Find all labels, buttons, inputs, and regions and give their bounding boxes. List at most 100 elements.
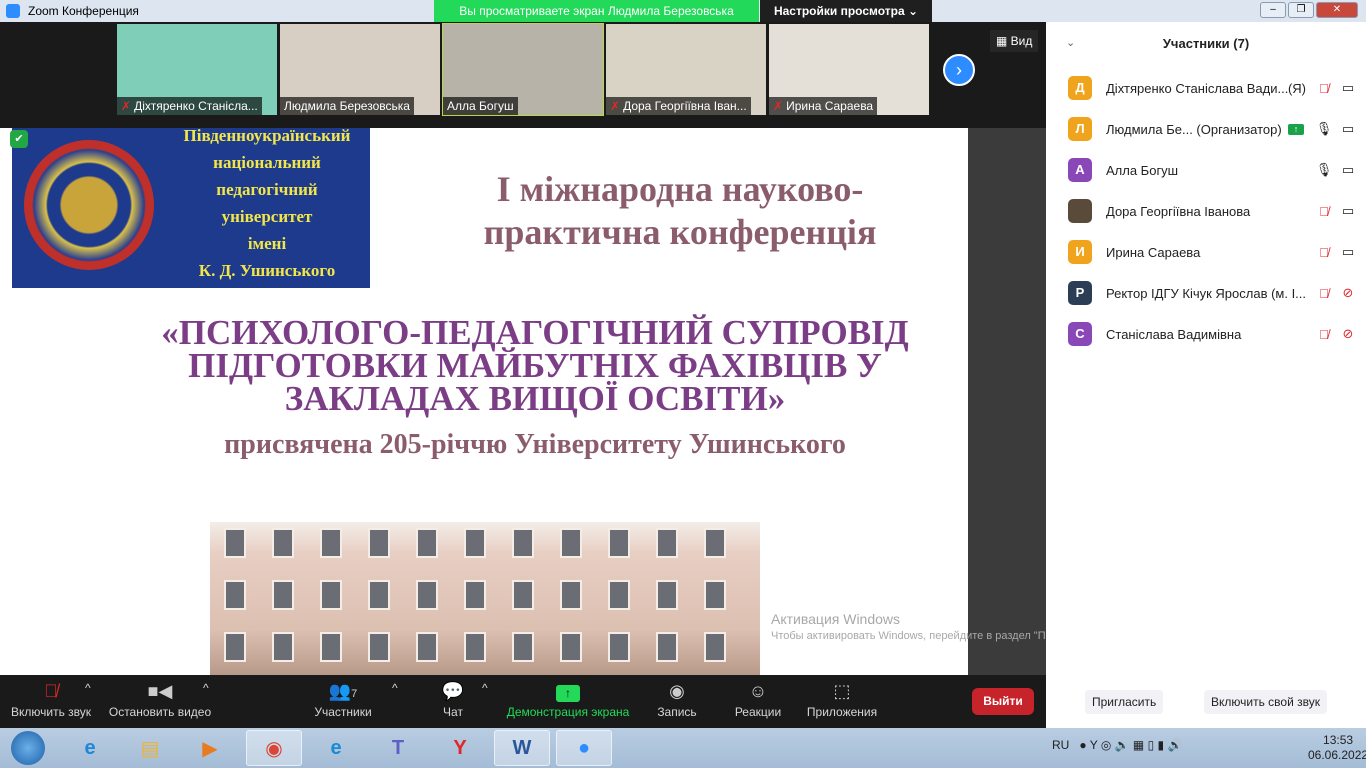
building-window: [560, 580, 582, 610]
view-label: Вид: [1010, 34, 1033, 48]
building-window: [608, 580, 630, 610]
record-icon: ◉: [669, 681, 685, 701]
self-tag: (Я): [1287, 80, 1306, 96]
stop-video-button[interactable]: ■◀ Остановить видео: [108, 681, 212, 719]
mic-muted-icon: 🎙̸: [1319, 326, 1329, 342]
building-window: [656, 632, 678, 662]
close-button[interactable]: ✕: [1316, 2, 1358, 18]
video-tile-label: ✗ Ирина Сараева: [769, 97, 878, 115]
share-screen-button[interactable]: ↑ Демонстрация экрана: [504, 681, 632, 719]
participants-button[interactable]: 👥7 Участники: [310, 681, 376, 719]
windows-taskbar: e ▤ ▶ ◉ e T Y W ● RU ● Y ◎ 🔈 ▦ ▯ ▮ 🔊 13:…: [0, 728, 1366, 768]
avatar: А: [1068, 158, 1092, 182]
participant-row[interactable]: Д Діхтяренко Станіслава Вади... (Я) 🎙̸ ▭: [1068, 76, 1358, 100]
chat-button[interactable]: 💬 Чат: [436, 681, 470, 719]
video-tile-label: ✗ Діхтяренко Станісла...: [117, 97, 262, 115]
mic-icon: 🎙: [1315, 162, 1333, 177]
video-tile[interactable]: ✗ Ирина Сараева: [769, 24, 929, 115]
building-window: [704, 528, 726, 558]
view-options-button[interactable]: Настройки просмотра ⌄: [760, 0, 932, 22]
participant-row[interactable]: Л Людмила Бе... (Организатор) ↑ 🎙 ▭: [1068, 117, 1358, 141]
unmute-me-button[interactable]: Включить свой звук: [1204, 690, 1327, 714]
word-icon[interactable]: W: [494, 730, 550, 766]
participant-name: Людмила Бе... (Организатор): [1106, 121, 1282, 137]
participant-row[interactable]: И Ирина Сараева 🎙̸ ▭: [1068, 240, 1358, 264]
unmute-button[interactable]: 🎙̸ Включить звук: [8, 681, 94, 719]
video-tile[interactable]: Алла Богуш: [442, 23, 604, 116]
next-page-button[interactable]: ›: [943, 54, 975, 86]
participant-name: Ирина Сараева: [786, 99, 874, 113]
leave-button[interactable]: Выйти: [972, 688, 1034, 715]
reactions-icon: ☺: [748, 681, 768, 701]
building-window: [416, 528, 438, 558]
view-button[interactable]: ▦ Вид: [990, 30, 1039, 52]
participant-name: Алла Богуш: [1106, 162, 1179, 178]
participants-label: Участники: [314, 705, 372, 719]
video-tile[interactable]: ✗ Дора Георгіївна Іван...: [606, 24, 766, 115]
participants-panel: ⌄ Участники (7) Пригласить Включить свой…: [1046, 22, 1366, 728]
teams-icon[interactable]: T: [370, 730, 426, 766]
building-window: [416, 580, 438, 610]
sharing-banner: Вы просматриваете экран Людмила Березовс…: [434, 0, 759, 22]
logo-text-line: університет: [221, 207, 313, 226]
building-window: [368, 580, 390, 610]
record-button[interactable]: ◉ Запись: [654, 681, 700, 719]
maximize-button[interactable]: ❐: [1288, 2, 1314, 18]
video-tile[interactable]: ✗ Діхтяренко Станісла...: [117, 24, 277, 115]
slide-conference-name: «ПСИХОЛОГО-ПЕДАГОГІЧНИЙ СУПРОВІД ПІДГОТО…: [161, 313, 909, 418]
minimize-button[interactable]: –: [1260, 2, 1286, 18]
edge-icon[interactable]: e: [308, 730, 364, 766]
participant-name: Алла Богуш: [447, 99, 514, 113]
clock-date: 06.06.2022: [1308, 748, 1366, 762]
building-window: [320, 580, 342, 610]
participants-icon: 👥: [328, 681, 352, 701]
building-window: [320, 528, 342, 558]
stop-video-label: Остановить видео: [108, 705, 212, 719]
audio-options-caret[interactable]: ^: [85, 681, 91, 695]
logo-text-line: імені: [247, 234, 287, 253]
chat-caret[interactable]: ^: [482, 681, 488, 695]
video-tile-label: Людмила Березовська: [280, 97, 414, 115]
mic-muted-icon: 🎙̸: [44, 681, 58, 701]
logo-text-line: К. Д. Ушинського: [198, 261, 336, 280]
zoom-logo-icon: [6, 4, 20, 18]
yandex-browser-icon[interactable]: Y: [432, 730, 488, 766]
media-player-icon[interactable]: ▶: [182, 730, 238, 766]
meeting-toolbar: 🎙̸ Включить звук ^ ■◀ Остановить видео ^ 👥…: [0, 675, 1046, 728]
file-explorer-icon[interactable]: ▤: [122, 730, 178, 766]
building-window: [656, 528, 678, 558]
building-window: [608, 528, 630, 558]
chrome-icon[interactable]: ◉: [246, 730, 302, 766]
internet-explorer-icon[interactable]: e: [62, 730, 118, 766]
video-tile[interactable]: Людмила Березовська: [280, 24, 440, 115]
participant-row[interactable]: Р Ректор ІДГУ Кічук Ярослав (м. І... 🎙̸ …: [1068, 281, 1358, 305]
avatar: Л: [1068, 117, 1092, 141]
participants-caret[interactable]: ^: [392, 681, 398, 695]
building-window: [224, 632, 246, 662]
video-options-caret[interactable]: ^: [203, 681, 209, 695]
reactions-button[interactable]: ☺ Реакции: [732, 681, 784, 719]
participant-row[interactable]: С Станіслава Вадимівна 🎙̸ ⊘: [1068, 322, 1358, 346]
mic-muted-icon: 🎙̸: [1319, 80, 1329, 96]
slide-title: І міжнародна науково-практична конференц…: [483, 169, 877, 252]
participant-name: Дора Георгіївна Іван...: [623, 99, 747, 113]
language-indicator[interactable]: RU: [1052, 738, 1069, 752]
building-window: [224, 580, 246, 610]
mic-muted-icon: ✗: [773, 99, 784, 113]
apps-button[interactable]: ⬚ Приложения: [804, 681, 880, 719]
start-button[interactable]: [2, 730, 54, 766]
video-tile-label: Алла Богуш: [443, 97, 518, 115]
building-window: [464, 580, 486, 610]
mic-icon: 🎙: [1315, 121, 1333, 136]
participant-row[interactable]: А Алла Богуш 🎙 ▭: [1068, 158, 1358, 182]
invite-button[interactable]: Пригласить: [1085, 690, 1164, 714]
encryption-shield-icon[interactable]: ✔: [10, 130, 28, 148]
clock[interactable]: 13:53 06.06.2022: [1308, 733, 1366, 763]
university-logo: Південноукраїнський національний педагогіч…: [12, 128, 370, 288]
tray-icons[interactable]: ● Y ◎ 🔈 ▦ ▯ ▮ 🔊: [1079, 738, 1182, 752]
building-window: [416, 632, 438, 662]
video-off-icon: ⊘: [1342, 285, 1354, 300]
zoom-taskbar-icon[interactable]: ●: [556, 730, 612, 766]
participant-name: Станіслава Вадимівна: [1106, 326, 1242, 342]
participant-row[interactable]: Дора Георгіївна Іванова 🎙̸ ▭: [1068, 199, 1358, 223]
